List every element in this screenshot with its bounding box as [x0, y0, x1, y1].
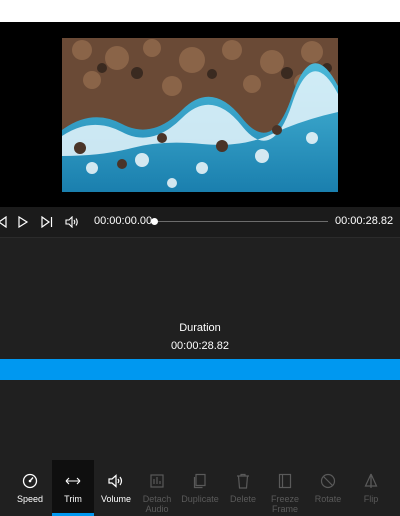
- previous-frame-button[interactable]: [0, 214, 10, 230]
- speaker-icon: [65, 216, 78, 228]
- trim-label: Trim: [64, 494, 82, 504]
- detach-audio-label: Detach Audio: [142, 494, 172, 514]
- trash-icon: [236, 472, 250, 490]
- delete-button[interactable]: Delete: [225, 460, 261, 516]
- volume-tool-button[interactable]: Volume: [96, 460, 136, 516]
- duplicate-label: Duplicate: [181, 494, 219, 504]
- play-button[interactable]: [15, 214, 31, 230]
- title-bar: [0, 0, 400, 22]
- trim-button[interactable]: Trim: [52, 460, 94, 516]
- rotate-label: Rotate: [314, 494, 342, 504]
- play-icon: [18, 216, 29, 228]
- duration-label: Duration: [179, 322, 221, 334]
- seek-track[interactable]: [154, 221, 328, 222]
- trim-clip-bar[interactable]: [0, 359, 400, 380]
- video-preview[interactable]: [0, 22, 400, 207]
- volume-button[interactable]: [64, 214, 80, 230]
- trim-editor: Duration 00:00:28.82: [0, 237, 400, 461]
- freeze-frame-label: Freeze Frame: [270, 494, 299, 514]
- volume-label: Volume: [100, 494, 132, 504]
- video-thumbnail: [62, 38, 338, 192]
- edit-toolbar: Speed Trim Volume Detach Audio Duplicate…: [0, 460, 400, 516]
- duplicate-button[interactable]: Duplicate: [180, 460, 220, 516]
- previous-frame-icon: [0, 216, 7, 228]
- detach-audio-icon: [149, 472, 165, 490]
- duplicate-icon: [192, 472, 208, 490]
- rotate-icon: [320, 472, 336, 490]
- delete-label: Delete: [229, 494, 256, 504]
- total-time: 00:00:28.82: [335, 215, 394, 227]
- speed-icon: [22, 472, 38, 490]
- freeze-frame-button[interactable]: Freeze Frame: [266, 460, 304, 516]
- flip-label: Flip: [363, 494, 379, 504]
- speed-button[interactable]: Speed: [10, 460, 50, 516]
- volume-icon: [108, 472, 124, 490]
- transport-bar: 00:00:00.00 00:00:28.82: [0, 207, 400, 237]
- freeze-frame-icon: [278, 472, 292, 490]
- flip-icon: [364, 472, 378, 490]
- flip-button[interactable]: Flip: [354, 460, 388, 516]
- detach-audio-button[interactable]: Detach Audio: [138, 460, 176, 516]
- next-frame-icon: [41, 216, 53, 228]
- current-time: 00:00:00.00: [94, 215, 153, 227]
- duration-value: 00:00:28.82: [170, 340, 230, 352]
- video-frame: [62, 38, 338, 192]
- seek-thumb[interactable]: [150, 218, 158, 225]
- rotate-button[interactable]: Rotate: [308, 460, 348, 516]
- speed-label: Speed: [16, 494, 44, 504]
- next-frame-button[interactable]: [39, 214, 55, 230]
- trim-icon: [65, 472, 81, 490]
